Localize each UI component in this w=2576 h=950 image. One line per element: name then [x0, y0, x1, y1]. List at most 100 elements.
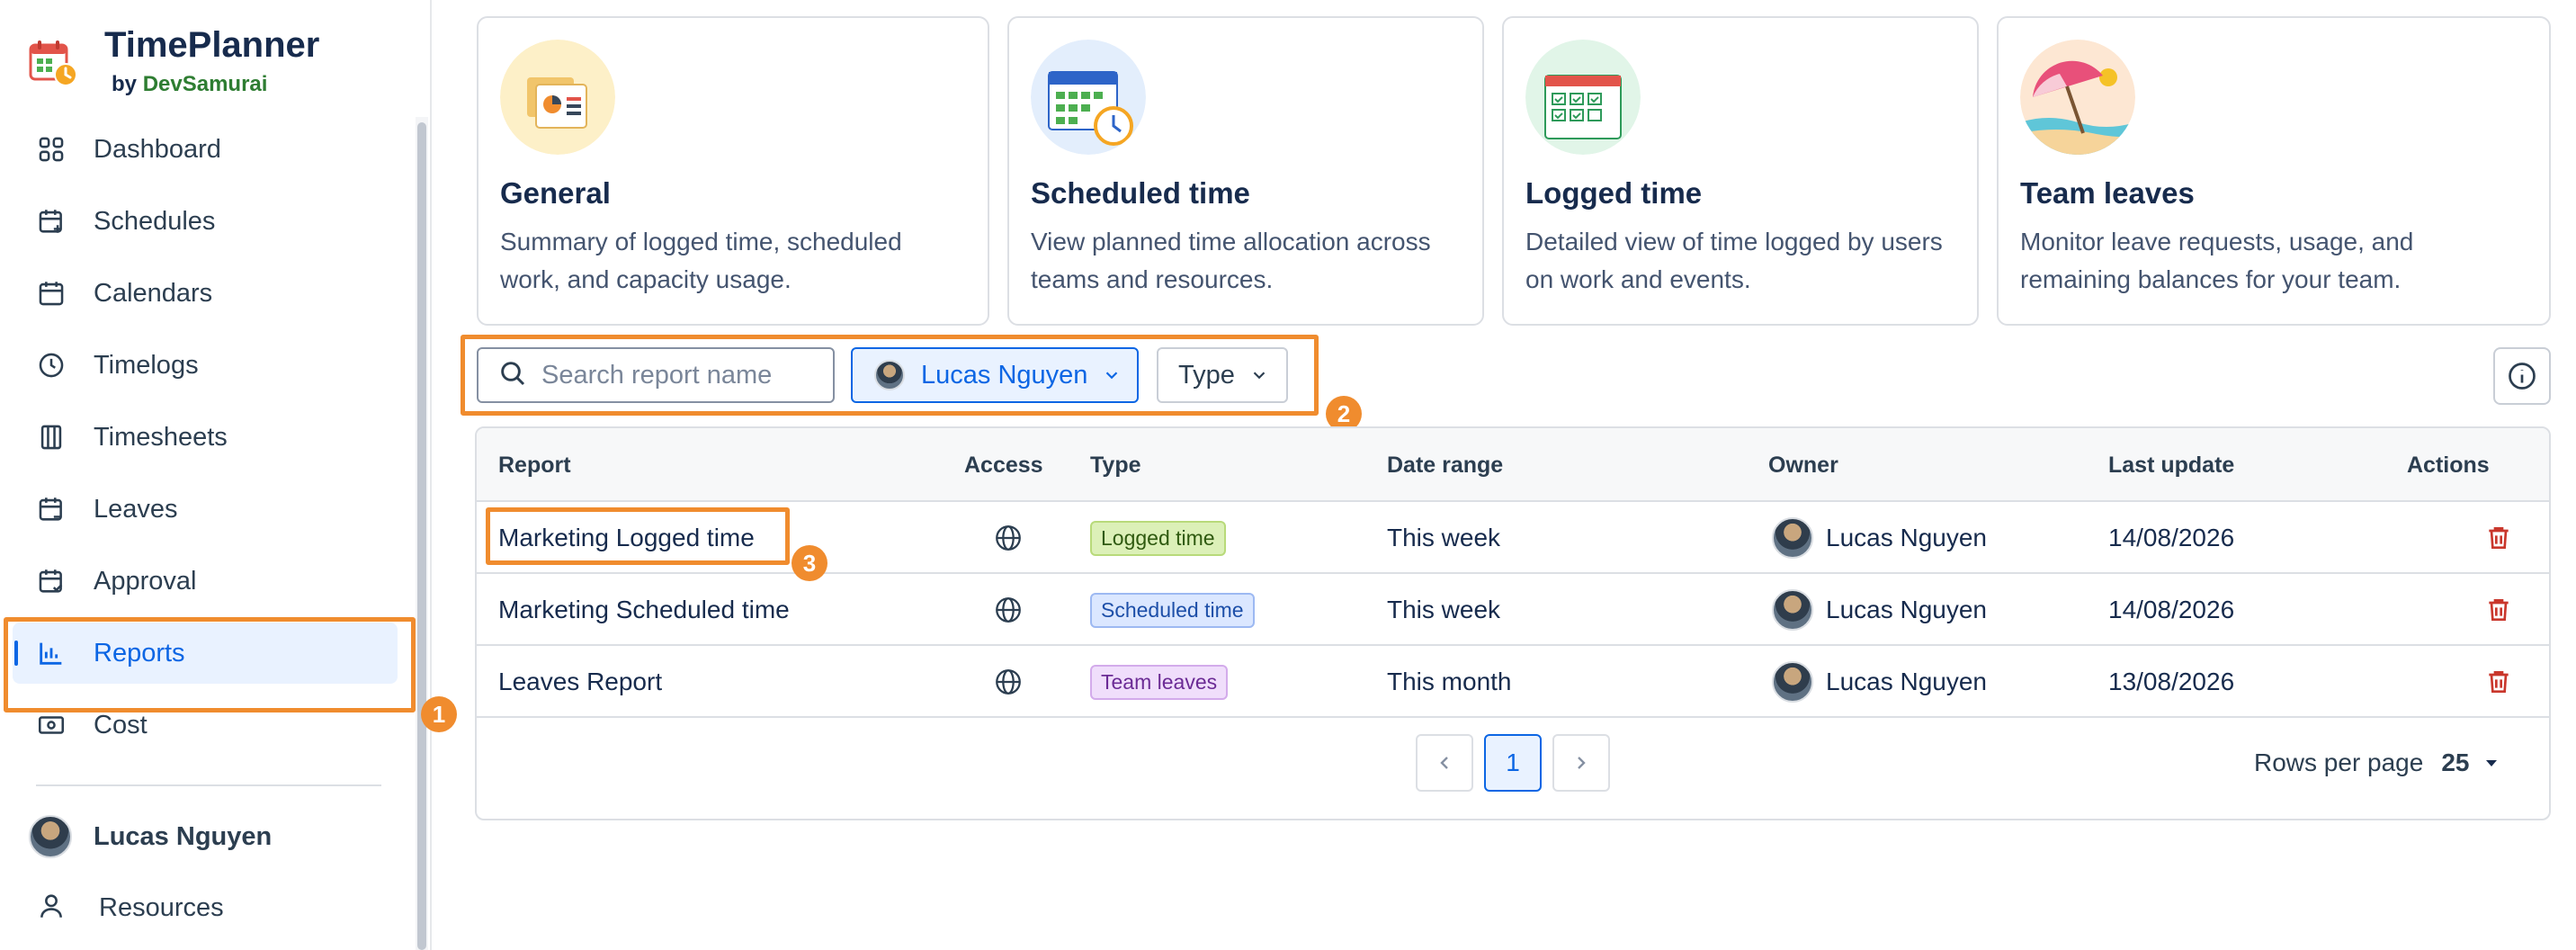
sidebar-item-dashboard[interactable]: Dashboard [13, 119, 398, 180]
sidebar-item-calendars[interactable]: Calendars [13, 263, 398, 324]
logged-time-illustration [1525, 40, 1641, 155]
sidebar-item-leaves[interactable]: Leaves [13, 479, 398, 540]
type-tag: Scheduled time [1090, 592, 1255, 628]
column-header-last-update[interactable]: Last update [2108, 428, 2234, 502]
report-name-link[interactable]: Leaves Report [498, 646, 662, 718]
card-description: Detailed view of time logged by users on… [1525, 228, 1943, 293]
calendar-plus-icon [36, 206, 67, 237]
card-title: Logged time [1525, 176, 1703, 210]
sidebar-user[interactable]: Lucas Nguyen [29, 815, 272, 858]
report-card-team-leaves[interactable]: Team leaves Monitor leave requests, usag… [1997, 16, 2551, 326]
reports-table: Report Access Type Date range Owner Last… [475, 426, 2551, 820]
page-button-current[interactable]: 1 [1484, 734, 1542, 792]
trash-icon [2489, 671, 2509, 693]
byline-org: DevSamurai [142, 72, 268, 96]
owner-cell: Lucas Nguyen [1772, 502, 1987, 574]
calendar-icon [36, 278, 67, 309]
owner-cell: Lucas Nguyen [1772, 646, 1987, 718]
avatar [1772, 589, 1813, 631]
annotation-badge-3: 3 [792, 545, 827, 581]
column-header-actions: Actions [2407, 452, 2490, 478]
column-header-report[interactable]: Report [498, 428, 571, 502]
trash-icon [2489, 527, 2509, 549]
rows-per-page-label: Rows per page [2254, 748, 2424, 776]
scheduled-calendar-illustration [1031, 40, 1146, 155]
card-description: View planned time allocation across team… [1031, 228, 1431, 293]
app-byline: by DevSamurai [112, 72, 319, 97]
general-report-illustration [500, 40, 615, 155]
table-row[interactable]: Leaves Report Team leaves This month Luc… [477, 646, 2549, 718]
caret-down-icon [2485, 760, 2497, 766]
last-update: 14/08/2026 [2108, 524, 2235, 551]
avatar [1772, 661, 1813, 703]
type-tag: Team leaves [1090, 664, 1229, 700]
byline-prefix: by [112, 72, 138, 96]
highlight-box-2 [461, 335, 1319, 416]
next-page-button[interactable] [1552, 734, 1610, 792]
clock-icon [36, 350, 67, 381]
sidebar-divider [36, 784, 381, 786]
column-header-date-range[interactable]: Date range [1387, 428, 1503, 502]
card-description: Monitor leave requests, usage, and remai… [2020, 228, 2414, 293]
sidebar-item-approval[interactable]: Approval [13, 551, 398, 612]
prev-page-button[interactable] [1416, 734, 1473, 792]
table-header: Report Access Type Date range Owner Last… [477, 428, 2549, 502]
date-range: This week [1387, 596, 1501, 623]
annotation-badge-1: 1 [421, 696, 457, 732]
sidebar-item-timelogs[interactable]: Timelogs [13, 335, 398, 396]
report-card-scheduled-time[interactable]: Scheduled time View planned time allocat… [1007, 16, 1484, 326]
brand: TimePlanner by DevSamurai [29, 23, 319, 97]
timeplanner-logo-icon [29, 40, 77, 86]
beach-umbrella-illustration [2020, 40, 2135, 155]
money-icon [36, 710, 67, 740]
last-update: 13/08/2026 [2108, 668, 2235, 695]
sidebar-item-label: Approval [94, 566, 197, 596]
app-title: TimePlanner [104, 25, 320, 65]
delete-button[interactable] [2484, 502, 2513, 574]
person-icon [36, 891, 67, 926]
sidebar-item-label: Leaves [94, 494, 178, 524]
report-card-logged-time[interactable]: Logged time Detailed view of time logged… [1502, 16, 1979, 326]
card-title: Scheduled time [1031, 176, 1250, 210]
last-update: 14/08/2026 [2108, 596, 2235, 623]
avatar [29, 815, 72, 858]
sidebar-item-label: Timesheets [94, 422, 228, 452]
sidebar-user-name: Lucas Nguyen [94, 821, 273, 851]
owner-cell: Lucas Nguyen [1772, 574, 1987, 646]
owner-name: Lucas Nguyen [1826, 524, 1988, 551]
globe-icon [993, 646, 1024, 718]
owner-name: Lucas Nguyen [1826, 596, 1988, 623]
chevron-right-icon [1578, 757, 1586, 769]
sidebar-item-label: Schedules [94, 206, 216, 236]
timesheet-icon [36, 422, 67, 453]
column-header-type[interactable]: Type [1090, 428, 1141, 502]
sidebar-item-schedules[interactable]: Schedules [13, 191, 398, 252]
delete-button[interactable] [2484, 574, 2513, 646]
sidebar-item-label: Timelogs [94, 350, 199, 380]
sidebar-item-label: Resources [99, 893, 224, 922]
delete-button[interactable] [2484, 646, 2513, 718]
highlight-box-1 [4, 617, 416, 712]
card-title: General [500, 176, 611, 210]
sidebar-item-timesheets[interactable]: Timesheets [13, 407, 398, 468]
info-button[interactable] [2493, 347, 2551, 405]
sidebar-scrollbar-thumb[interactable] [417, 122, 426, 950]
sidebar-item-label: Cost [94, 710, 148, 739]
sidebar-item-label: Calendars [94, 278, 213, 308]
owner-name: Lucas Nguyen [1826, 668, 1988, 695]
dashboard-icon [36, 134, 67, 165]
column-header-owner[interactable]: Owner [1768, 428, 1838, 502]
date-range: This week [1387, 524, 1501, 551]
column-header-access[interactable]: Access [964, 428, 1043, 502]
highlight-box-3 [486, 507, 790, 565]
globe-icon [993, 502, 1024, 574]
report-name-link[interactable]: Marketing Scheduled time [498, 574, 790, 646]
avatar [1772, 517, 1813, 559]
rows-per-page-value: 25 [2441, 748, 2470, 776]
card-title: Team leaves [2020, 176, 2195, 210]
calendar-minus-icon [36, 494, 67, 524]
report-card-general[interactable]: General Summary of logged time, schedule… [477, 16, 989, 326]
sidebar-item-resources[interactable]: Resources [36, 891, 224, 926]
rows-per-page[interactable]: Rows per page 25 [2254, 734, 2502, 792]
table-row[interactable]: Marketing Scheduled time Scheduled time … [477, 574, 2549, 646]
